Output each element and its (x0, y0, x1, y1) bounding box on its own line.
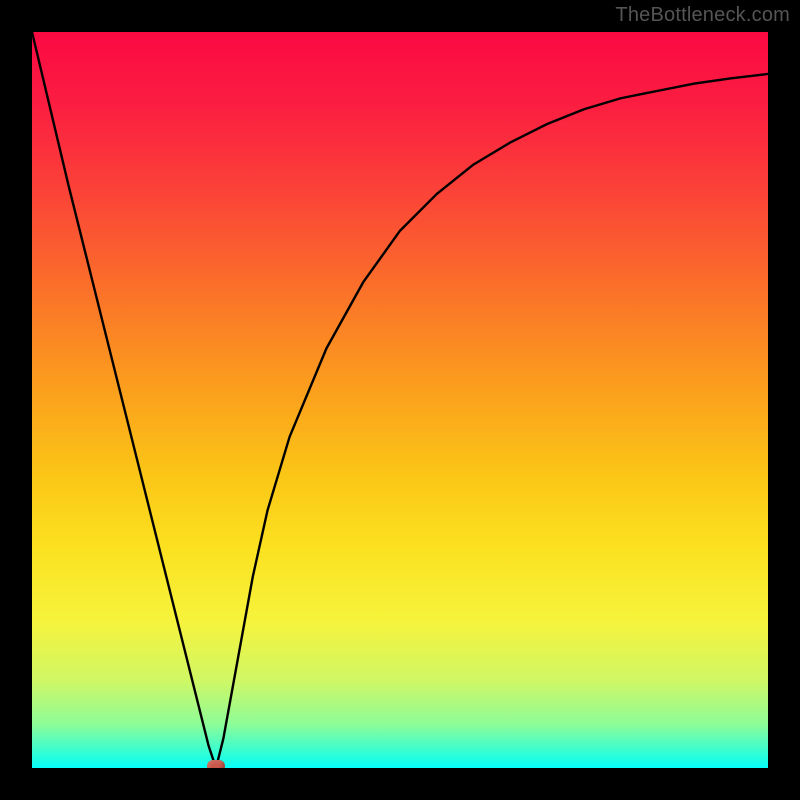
watermark-text: TheBottleneck.com (615, 4, 790, 27)
bottleneck-curve-path (32, 32, 768, 768)
chart-frame: TheBottleneck.com (0, 0, 800, 800)
curve-svg (32, 32, 768, 768)
optimal-point-marker (207, 760, 225, 768)
plot-area (32, 32, 768, 768)
